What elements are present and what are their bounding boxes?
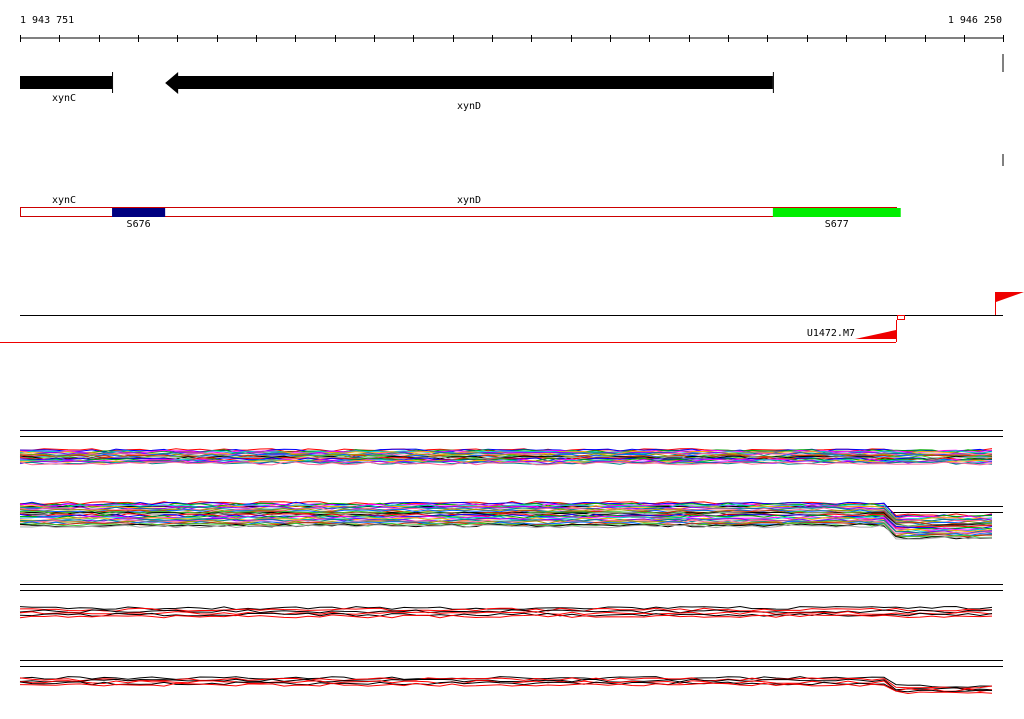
expression-profiles [19,430,1003,695]
expression-profile-line [19,682,993,695]
coordinate-axis: 1 943 751 1 946 250 [20,15,1004,42]
genome-browser-viewer: 1 943 751 1 946 250 xynC xynD xynC xynD … [0,0,1024,714]
segment-track-gene-label-xync: xynC [52,195,76,206]
expression-profile-group-4 [19,660,1003,695]
gene-track: xynC xynD [20,54,1004,166]
gene-xync-label: xynC [52,93,76,104]
genome-canvas: 1 943 751 1 946 250 xynC xynD xynC xynD … [0,15,1024,695]
transcript-end-flag[interactable] [996,292,1024,302]
segment-s676[interactable] [112,208,166,217]
axis-end-label: 1 946 250 [948,15,1002,26]
segment-s677-label: S677 [825,219,849,230]
transcript-start-box [897,315,905,320]
gene-xynd-arrow[interactable] [165,72,773,94]
axis-start-label: 1 943 751 [20,15,74,26]
expression-profile-group-2 [19,500,1003,540]
segment-s677[interactable] [772,208,901,217]
expression-profile-line [19,524,993,540]
expression-profile-line [19,681,993,693]
segment-track-gene-label-xynd: xynD [457,195,481,206]
segment-s676-label: S676 [127,219,151,230]
transcript-track: U1472.M7 [0,292,1024,343]
expression-profile-group-1 [19,430,1003,466]
gene-xynd-label: xynD [457,101,481,112]
gene-xync-arrow[interactable] [20,76,113,89]
transcript-start-flag[interactable] [855,330,896,339]
segment-track: xynC xynD S676 S677 [20,195,901,230]
expression-profile-group-3 [19,584,1003,619]
transcript-label: U1472.M7 [807,328,855,339]
